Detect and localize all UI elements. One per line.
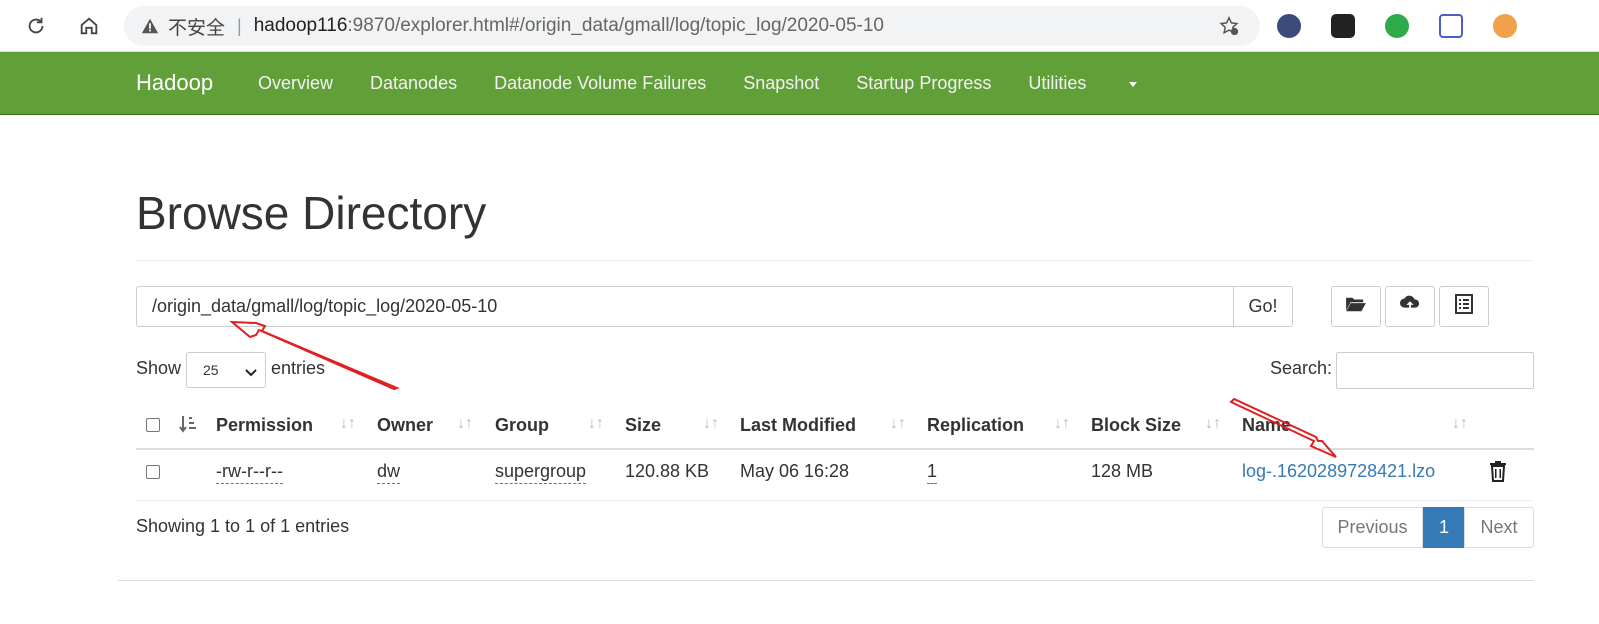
entries-per-page-select[interactable]: 25 [186,352,266,388]
nav-utilities[interactable]: Utilities [1028,73,1138,94]
table-header-divider [136,448,1534,450]
trash-icon[interactable] [1489,460,1507,487]
divider [136,260,1534,261]
showing-entries-info: Showing 1 to 1 of 1 entries [136,516,350,536]
url-text: hadoop116:9870/explorer.html#/origin_dat… [254,15,884,37]
cell-replication[interactable]: 1 [927,461,938,484]
entries-value: 25 [203,362,219,378]
cell-size: 120.88 KB [625,461,710,481]
column-header-size[interactable]: Size [625,415,661,436]
pagination: Previous 1 Next [1322,507,1534,548]
pagination-next[interactable]: Next [1464,507,1534,548]
address-bar[interactable]: 不安全 | hadoop116:9870/explorer.html#/orig… [124,6,1260,46]
row-checkbox[interactable] [146,465,160,479]
folder-open-icon [1345,295,1367,318]
evernote-icon[interactable] [1385,14,1409,38]
column-header-group[interactable]: Group [495,415,549,436]
url-separator: | [237,15,242,36]
extension-icon-1[interactable] [1277,14,1301,38]
pagination-previous[interactable]: Previous [1322,507,1423,548]
show-label: Show [136,358,182,378]
home-icon[interactable] [73,10,105,42]
sort-icon[interactable] [178,415,198,438]
insecure-label: 不安全 [168,16,226,39]
list-icon [1455,294,1473,319]
nav-utilities-label: Utilities [1028,73,1087,93]
warning-icon [140,16,160,36]
upload-cloud-icon [1399,294,1421,319]
search-input[interactable] [1336,352,1534,389]
entries-label: entries [271,358,326,378]
sort-icon[interactable]: ↓↑ [340,415,356,433]
pagination-page-1[interactable]: 1 [1423,507,1465,548]
reload-icon[interactable] [20,10,52,42]
nav-datanodes[interactable]: Datanodes [370,73,457,94]
nav-snapshot[interactable]: Snapshot [743,73,819,94]
select-all-checkbox[interactable] [146,418,160,432]
navbar-brand[interactable]: Hadoop [136,70,213,96]
footer-divider [118,580,1534,581]
column-header-replication[interactable]: Replication [927,415,1024,436]
cell-block-size: 128 MB [1091,461,1154,481]
column-header-block-size[interactable]: Block Size [1091,415,1181,436]
directory-path-input[interactable]: /origin_data/gmall/log/topic_log/2020-05… [136,286,1234,327]
cell-last-modified: May 06 16:28 [740,461,850,481]
column-header-last-modified[interactable]: Last Modified [740,415,856,436]
page-title: Browse Directory [136,187,487,239]
extension-icon-5[interactable] [1493,14,1517,38]
cell-name-link[interactable]: log-.1620289728421.lzo [1242,461,1435,482]
column-header-name[interactable]: Name [1242,415,1291,436]
nav-startup-progress[interactable]: Startup Progress [856,73,991,94]
browser-toolbar: 不安全 | hadoop116:9870/explorer.html#/orig… [0,0,1599,52]
chevron-down-icon [245,365,257,381]
row-divider [136,500,1534,501]
sort-icon[interactable]: ↓↑ [588,415,604,433]
url-host: hadoop116 [253,15,348,36]
navbar: Hadoop Overview Datanodes Datanode Volum… [0,52,1599,115]
sort-icon[interactable]: ↓↑ [1054,415,1070,433]
sort-icon[interactable]: ↓↑ [703,415,719,433]
cell-owner[interactable]: dw [377,461,401,484]
cell-group[interactable]: supergroup [495,461,587,484]
go-button[interactable]: Go! [1233,286,1293,327]
sort-icon[interactable]: ↓↑ [1205,415,1221,433]
cut-paste-button[interactable] [1439,286,1489,327]
upload-button[interactable] [1385,286,1435,327]
column-header-permission[interactable]: Permission [216,415,313,436]
sort-icon[interactable]: ↓↑ [457,415,473,433]
caret-down-icon [1129,81,1138,87]
cell-permission[interactable]: -rw-r--r-- [216,461,283,484]
extension-icon-4[interactable] [1439,14,1463,38]
nav-datanode-volume-failures[interactable]: Datanode Volume Failures [494,73,706,94]
sort-icon[interactable]: ↓↑ [890,415,906,433]
search-label: Search: [1270,358,1333,378]
bookmark-star-icon[interactable] [1218,15,1240,42]
create-directory-button[interactable] [1331,286,1381,327]
sort-icon[interactable]: ↓↑ [1452,415,1468,433]
extension-icon-2[interactable] [1331,14,1355,38]
nav-links: Overview Datanodes Datanode Volume Failu… [258,73,1174,94]
column-header-owner[interactable]: Owner [377,415,433,436]
nav-overview[interactable]: Overview [258,73,333,94]
url-path: :9870/explorer.html#/origin_data/gmall/l… [347,15,884,36]
